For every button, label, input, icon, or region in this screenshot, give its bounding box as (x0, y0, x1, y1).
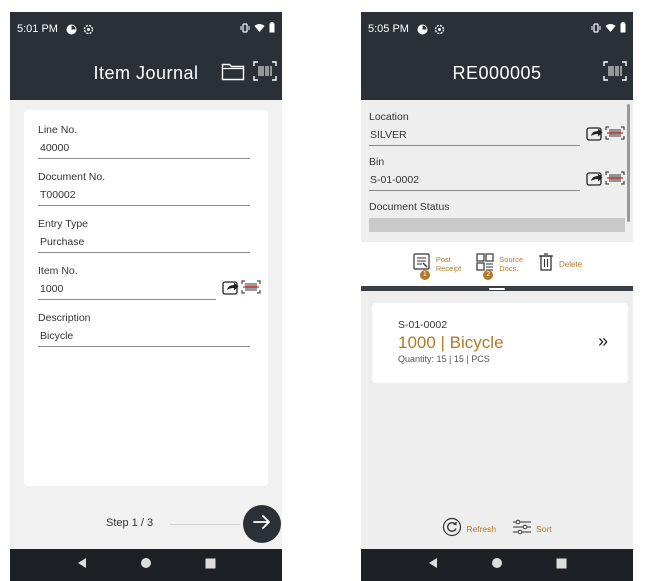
step-text: Step 1 / 3 (106, 517, 154, 529)
system-nav-bar (361, 549, 633, 581)
field-label: Document No. (38, 171, 106, 183)
system-nav-bar (10, 549, 282, 581)
field-line-no: Line No. 40000 (38, 122, 250, 159)
refresh-button[interactable]: Refresh (442, 517, 496, 542)
barcode-icon[interactable] (241, 280, 261, 299)
post-label-line1: Post (435, 255, 451, 264)
entry-type-select[interactable]: Purchase (38, 232, 250, 253)
recents-nav-icon[interactable] (205, 556, 216, 574)
arrow-right-icon (252, 514, 272, 535)
battery-icon (269, 22, 275, 36)
line-bin-code: S-01-0002 (398, 319, 448, 331)
app-bar: RE000005 (361, 46, 633, 100)
share-icon[interactable] (586, 170, 604, 191)
field-item-no: Item No. 1000 (38, 263, 261, 300)
field-label: Entry Type (38, 218, 88, 230)
app-bar: Item Journal (10, 46, 282, 100)
chevron-double-right-icon[interactable]: » (598, 331, 608, 352)
status-time: 5:05 PM (368, 23, 409, 35)
source-docs-button[interactable]: 2 Source Docs. (475, 252, 524, 280)
line-item-title: 1000 | Bicycle (398, 333, 504, 352)
settings-status-icon (434, 24, 445, 35)
back-nav-icon[interactable] (427, 556, 439, 574)
post-label-line2: Receipt (435, 264, 462, 273)
receipt-lines-list: S-01-0002 1000 | Bicycle Quantity: 15 | … (361, 291, 633, 509)
status-bar: 5:05 PM (361, 12, 633, 46)
description-input[interactable]: Bicycle (38, 326, 250, 347)
item-no-input[interactable]: 1000 (38, 279, 216, 300)
step-divider (170, 524, 240, 525)
sync-status-icon (417, 24, 428, 35)
barcode-scan-icon (603, 60, 627, 86)
folder-button[interactable] (219, 60, 247, 86)
home-nav-icon[interactable] (140, 556, 152, 574)
line-no-input[interactable]: 40000 (38, 138, 250, 159)
vibrate-icon (240, 22, 250, 36)
scrollbar[interactable] (627, 104, 630, 222)
field-label: Line No. (38, 124, 78, 136)
source-label-line2: Docs. (499, 264, 519, 273)
barcode-scan-button[interactable] (251, 60, 279, 86)
trash-icon (537, 252, 555, 277)
post-receipt-button[interactable]: 1 Post Receipt (412, 252, 462, 280)
sort-label: Sort (536, 524, 552, 534)
home-nav-icon[interactable] (491, 556, 503, 574)
sort-button[interactable]: Sort (512, 519, 552, 540)
barcode-icon[interactable] (605, 126, 625, 145)
wifi-icon (605, 23, 616, 36)
back-nav-icon[interactable] (76, 556, 88, 574)
post-receipt-badge: 1 (419, 269, 430, 280)
list-item[interactable]: S-01-0002 1000 | Bicycle Quantity: 15 | … (372, 303, 628, 383)
action-bar: 1 Post Receipt 2 Source Docs. Delete (361, 242, 633, 286)
next-step-button[interactable] (243, 505, 281, 543)
bin-input[interactable]: S-01-0002 (369, 171, 580, 191)
status-bar: 5:01 PM (10, 12, 282, 46)
receipt-detail-screen: 5:05 PM RE000005 Location SILVER Bin S-0… (361, 12, 633, 581)
page-title: RE000005 (452, 63, 542, 83)
bottom-toolbar: Refresh Sort (361, 509, 633, 549)
receipt-header-details: Location SILVER Bin S-01-0002 Document S… (361, 100, 633, 242)
recents-nav-icon[interactable] (556, 556, 567, 574)
journal-form-card: Line No. 40000 Document No. T00002 Entry… (24, 110, 268, 486)
source-label-line1: Source (499, 255, 524, 264)
barcode-scan-button[interactable] (601, 60, 629, 86)
refresh-label: Refresh (466, 524, 497, 534)
source-docs-badge: 2 (483, 269, 494, 280)
share-icon[interactable] (586, 125, 604, 146)
refresh-icon (442, 517, 462, 542)
wifi-icon (254, 23, 265, 36)
field-label: Description (38, 312, 91, 324)
sort-icon (512, 519, 532, 540)
document-status-label: Document Status (369, 201, 450, 213)
line-quantity: Quantity: 15 | 15 | PCS (398, 354, 490, 364)
location-input[interactable]: SILVER (369, 126, 580, 146)
delete-label: Delete (559, 259, 583, 269)
battery-icon (620, 22, 626, 36)
vibrate-icon (591, 22, 601, 36)
sheet-drag-handle[interactable] (489, 288, 505, 290)
delete-button[interactable]: Delete (537, 252, 582, 277)
field-document-no: Document No. T00002 (38, 169, 250, 206)
barcode-scan-icon (253, 60, 277, 86)
share-icon[interactable] (222, 279, 240, 300)
item-journal-screen: 5:01 PM Item Journal Line No. 40000 Docu… (10, 12, 282, 581)
step-indicator: Step 1 / 3 (10, 505, 282, 545)
barcode-icon[interactable] (605, 171, 625, 190)
field-label: Item No. (38, 265, 78, 277)
document-no-input[interactable]: T00002 (38, 185, 250, 206)
document-status-field (369, 218, 625, 232)
field-description: Description Bicycle (38, 310, 250, 347)
settings-status-icon (83, 24, 94, 35)
sync-status-icon (66, 24, 77, 35)
field-entry-type: Entry Type Purchase (38, 216, 250, 253)
bin-label: Bin (369, 156, 385, 168)
location-label: Location (369, 111, 409, 123)
folder-icon (221, 61, 245, 86)
status-time: 5:01 PM (17, 23, 58, 35)
